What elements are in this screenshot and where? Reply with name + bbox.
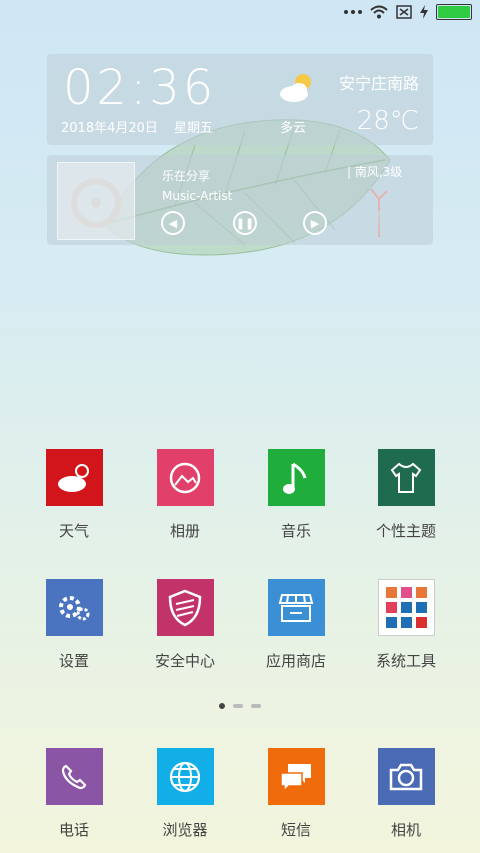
- app-label: 天气: [58, 522, 89, 540]
- app-messages[interactable]: 短信: [246, 748, 346, 840]
- app-label: 相机: [390, 821, 421, 839]
- gear-icon: [45, 579, 103, 636]
- page-dot[interactable]: [251, 704, 261, 708]
- globe-icon: [156, 748, 214, 805]
- app-label: 个性主题: [375, 522, 436, 540]
- app-label: 音乐: [280, 522, 311, 540]
- app-themes[interactable]: 个性主题: [356, 449, 456, 541]
- clock-date: 2018年4月20日: [61, 121, 158, 136]
- wind-info: | 南风,3级: [347, 165, 403, 179]
- no-sim-icon: [396, 5, 412, 19]
- app-settings[interactable]: 设置: [24, 579, 124, 671]
- app-label: 应用商店: [265, 652, 326, 670]
- app-store[interactable]: 应用商店: [246, 579, 346, 671]
- battery-icon: [436, 4, 472, 20]
- album-art: [57, 162, 135, 240]
- app-security[interactable]: 安全中心: [135, 579, 235, 671]
- weather-location: 安宁庄南路: [338, 74, 419, 93]
- gallery-icon: [156, 449, 214, 506]
- next-icon[interactable]: ▶: [303, 211, 327, 235]
- app-label: 电话: [58, 821, 89, 839]
- windmill-icon: [370, 189, 388, 237]
- camera-icon: [377, 748, 435, 805]
- page-dot-active[interactable]: [219, 703, 225, 709]
- store-icon: [267, 579, 325, 636]
- tshirt-icon: [377, 449, 435, 506]
- wifi-icon: [370, 5, 388, 19]
- music-widget[interactable]: 乐在分享 Music-Artist ◀ ❚❚ ▶ | 南风,3级: [47, 155, 433, 245]
- app-browser[interactable]: 浏览器: [135, 748, 235, 840]
- disc-icon: [71, 178, 121, 228]
- app-label: 安全中心: [154, 652, 215, 670]
- pause-icon[interactable]: ❚❚: [233, 211, 257, 235]
- app-label: 短信: [280, 821, 311, 839]
- page-dot[interactable]: [233, 704, 243, 708]
- app-music[interactable]: 音乐: [246, 449, 346, 541]
- weather-temperature: 28℃: [356, 106, 419, 136]
- app-phone[interactable]: 电话: [24, 748, 124, 840]
- app-label: 浏览器: [162, 821, 208, 839]
- app-label: 设置: [58, 652, 89, 670]
- app-gallery[interactable]: 相册: [135, 449, 235, 541]
- app-camera[interactable]: 相机: [356, 748, 456, 840]
- partly-cloudy-icon: [280, 74, 311, 102]
- more-icon: [344, 10, 362, 14]
- weather-icon: [45, 449, 103, 506]
- shield-icon: [156, 579, 214, 636]
- clock-weather-widget[interactable]: 02:36 2018年4月20日 星期五 多云 安宁庄南路 28℃: [47, 54, 433, 145]
- charging-icon: [420, 5, 428, 19]
- weather-description: 多云: [280, 121, 307, 136]
- clock-weekday: 星期五: [174, 121, 214, 136]
- song-artist: Music-Artist: [162, 189, 233, 203]
- page-indicator: [0, 703, 480, 709]
- music-note-icon: [267, 449, 325, 506]
- previous-icon[interactable]: ◀: [161, 211, 185, 235]
- app-label: 相册: [169, 522, 200, 540]
- app-weather[interactable]: 天气: [24, 449, 124, 541]
- tools-folder-icon: [377, 579, 435, 636]
- status-bar: [0, 0, 480, 28]
- clock-time: 02:36: [63, 60, 217, 116]
- phone-icon: [45, 748, 103, 805]
- chat-bubbles-icon: [267, 748, 325, 805]
- app-system-tools[interactable]: 系统工具: [356, 579, 456, 671]
- app-label: 系统工具: [375, 652, 436, 670]
- song-title: 乐在分享: [162, 169, 211, 183]
